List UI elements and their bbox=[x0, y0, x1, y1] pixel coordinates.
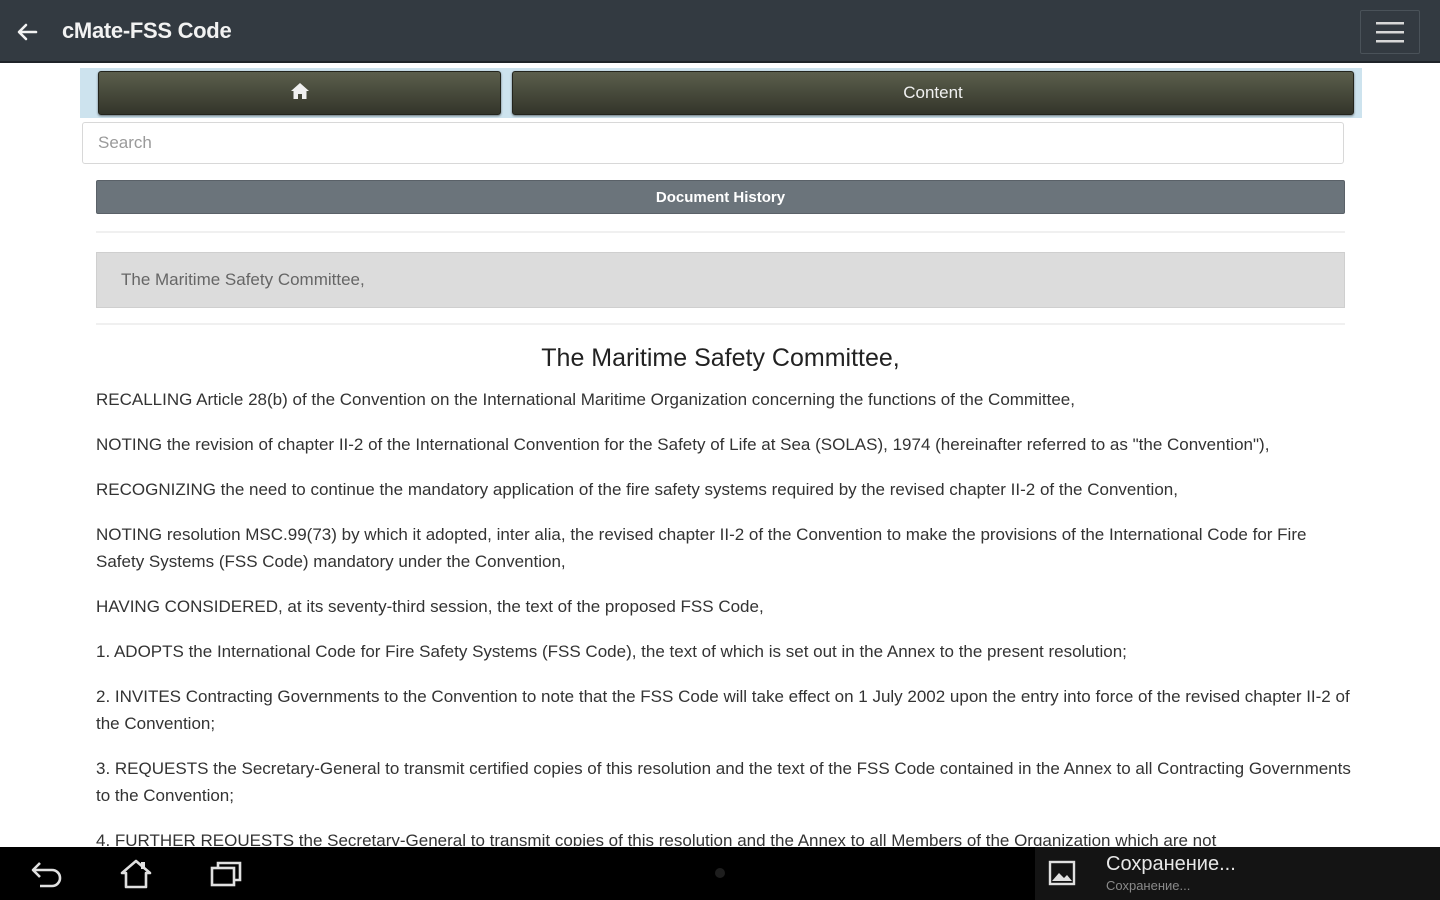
document-paragraph: 4. FURTHER REQUESTS the Secretary-Genera… bbox=[96, 831, 1217, 846]
page-indicator-dot bbox=[715, 868, 725, 878]
document-paragraph: RECALLING Article 28(b) of the Conventio… bbox=[96, 390, 1075, 409]
hamburger-menu-icon[interactable] bbox=[1360, 10, 1420, 54]
system-back-icon[interactable] bbox=[24, 855, 68, 893]
notification-subtitle: Сохранение... bbox=[1106, 878, 1191, 893]
document-history-button[interactable]: Document History bbox=[96, 180, 1345, 214]
image-icon bbox=[1048, 859, 1076, 887]
system-recents-icon[interactable] bbox=[204, 855, 248, 893]
divider bbox=[96, 323, 1345, 325]
content-button[interactable]: Content bbox=[512, 71, 1354, 115]
divider bbox=[96, 231, 1345, 233]
home-icon bbox=[290, 82, 310, 105]
breadcrumb-label: The Maritime Safety Committee, bbox=[121, 270, 365, 289]
system-home-icon[interactable] bbox=[114, 855, 158, 893]
home-button[interactable] bbox=[98, 71, 501, 115]
breadcrumb-panel[interactable]: The Maritime Safety Committee, bbox=[96, 252, 1345, 308]
app-title: cMate-FSS Code bbox=[62, 18, 232, 43]
document-paragraph: NOTING the revision of chapter II-2 of t… bbox=[96, 435, 1270, 454]
document-paragraph: 1. ADOPTS the International Code for Fir… bbox=[96, 642, 1127, 661]
notification-title: Сохранение... bbox=[1106, 853, 1236, 875]
document-paragraph: 3. REQUESTS the Secretary-General to tra… bbox=[96, 759, 1351, 805]
document-paragraph: HAVING CONSIDERED, at its seventy-third … bbox=[96, 597, 764, 616]
document-heading: The Maritime Safety Committee, bbox=[541, 344, 900, 372]
document-body: RECALLING Article 28(b) of the Conventio… bbox=[96, 386, 1356, 846]
app-bar: cMate-FSS Code bbox=[0, 0, 1440, 63]
nav-button-strip: Content bbox=[80, 68, 1362, 118]
document-paragraph: 2. INVITES Contracting Governments to th… bbox=[96, 687, 1350, 733]
notification-panel[interactable]: Сохранение... Сохранение... bbox=[1035, 847, 1440, 900]
document-paragraph: RECOGNIZING the need to continue the man… bbox=[96, 480, 1178, 499]
document-paragraph: NOTING resolution MSC.99(73) by which it… bbox=[96, 525, 1307, 571]
search-input[interactable] bbox=[82, 122, 1344, 164]
arrow-left-icon[interactable] bbox=[12, 18, 42, 46]
